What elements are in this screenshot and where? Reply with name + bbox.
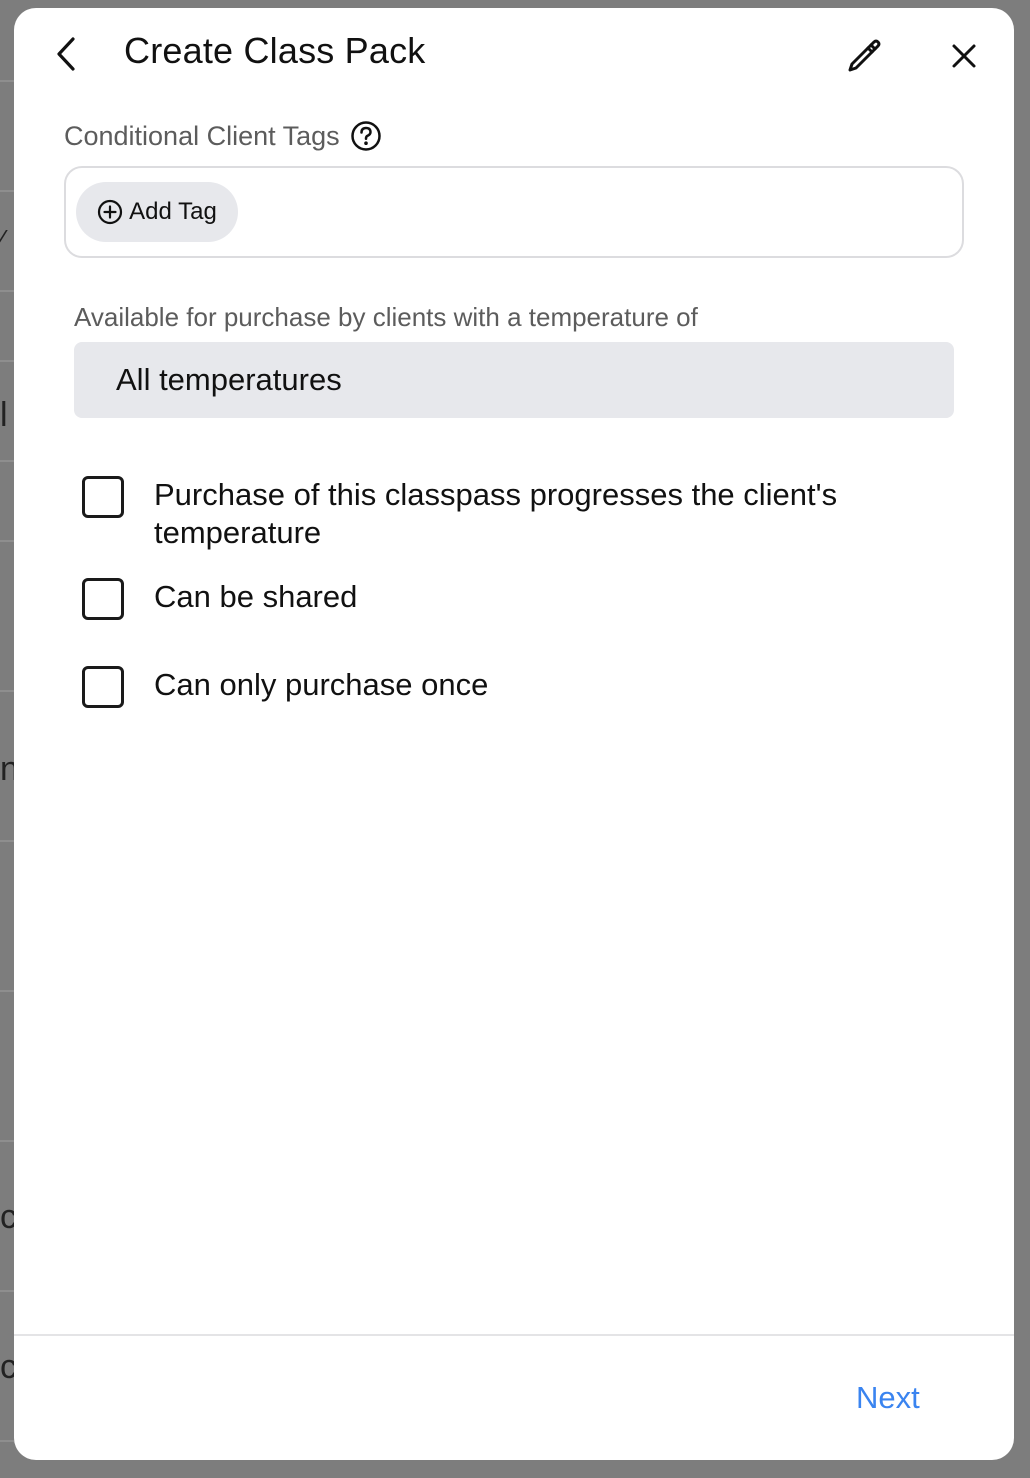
background-text-fragment: l bbox=[0, 396, 8, 434]
background-divider bbox=[0, 190, 14, 192]
temperature-select[interactable]: All temperatures bbox=[74, 342, 954, 418]
dialog-title: Create Class Pack bbox=[124, 30, 426, 71]
plus-circle-icon bbox=[97, 199, 123, 225]
footer-divider bbox=[14, 1334, 1014, 1336]
create-class-pack-dialog: Create Class Pack Conditional Client Tag… bbox=[14, 8, 1014, 1460]
dialog-header: Create Class Pack bbox=[14, 8, 1014, 98]
add-tag-label: Add Tag bbox=[129, 198, 217, 225]
checkbox[interactable] bbox=[82, 476, 124, 518]
chevron-left-icon bbox=[57, 37, 75, 71]
add-tag-button[interactable]: Add Tag bbox=[76, 182, 238, 242]
background-divider bbox=[0, 990, 14, 992]
background-divider bbox=[0, 1440, 14, 1442]
option-label: Can only purchase once bbox=[154, 667, 489, 702]
temperature-label: Available for purchase by clients with a… bbox=[74, 302, 698, 332]
background-divider bbox=[0, 360, 14, 362]
background-divider bbox=[0, 690, 14, 692]
background-divider bbox=[0, 460, 14, 462]
tags-label-row: Conditional Client Tags bbox=[64, 120, 382, 152]
question-circle-icon[interactable] bbox=[350, 120, 382, 152]
checkbox[interactable] bbox=[82, 666, 124, 708]
checkbox[interactable] bbox=[82, 578, 124, 620]
back-button[interactable] bbox=[46, 32, 86, 76]
temperature-selected-value: All temperatures bbox=[116, 362, 342, 397]
edit-button[interactable] bbox=[840, 32, 888, 78]
option-can-be-shared[interactable]: Can be shared bbox=[82, 578, 914, 620]
background-divider bbox=[0, 290, 14, 292]
background-divider bbox=[0, 540, 14, 542]
close-button[interactable] bbox=[944, 36, 984, 76]
next-button[interactable]: Next bbox=[856, 1380, 920, 1416]
background-divider bbox=[0, 840, 14, 842]
tags-label: Conditional Client Tags bbox=[64, 120, 340, 151]
pencil-icon bbox=[848, 39, 881, 72]
option-purchase-once[interactable]: Can only purchase once bbox=[82, 666, 914, 708]
option-progresses-temperature[interactable]: Purchase of this classpass progresses th… bbox=[82, 476, 914, 552]
background-text-fragment: ⁄ bbox=[0, 224, 5, 254]
close-icon bbox=[952, 44, 976, 68]
option-label: Can be shared bbox=[154, 579, 358, 614]
tags-container: Add Tag bbox=[64, 166, 964, 258]
background-divider bbox=[0, 80, 14, 82]
option-label: Purchase of this classpass progresses th… bbox=[154, 477, 838, 550]
background-divider bbox=[0, 1290, 14, 1292]
background-divider bbox=[0, 1140, 14, 1142]
